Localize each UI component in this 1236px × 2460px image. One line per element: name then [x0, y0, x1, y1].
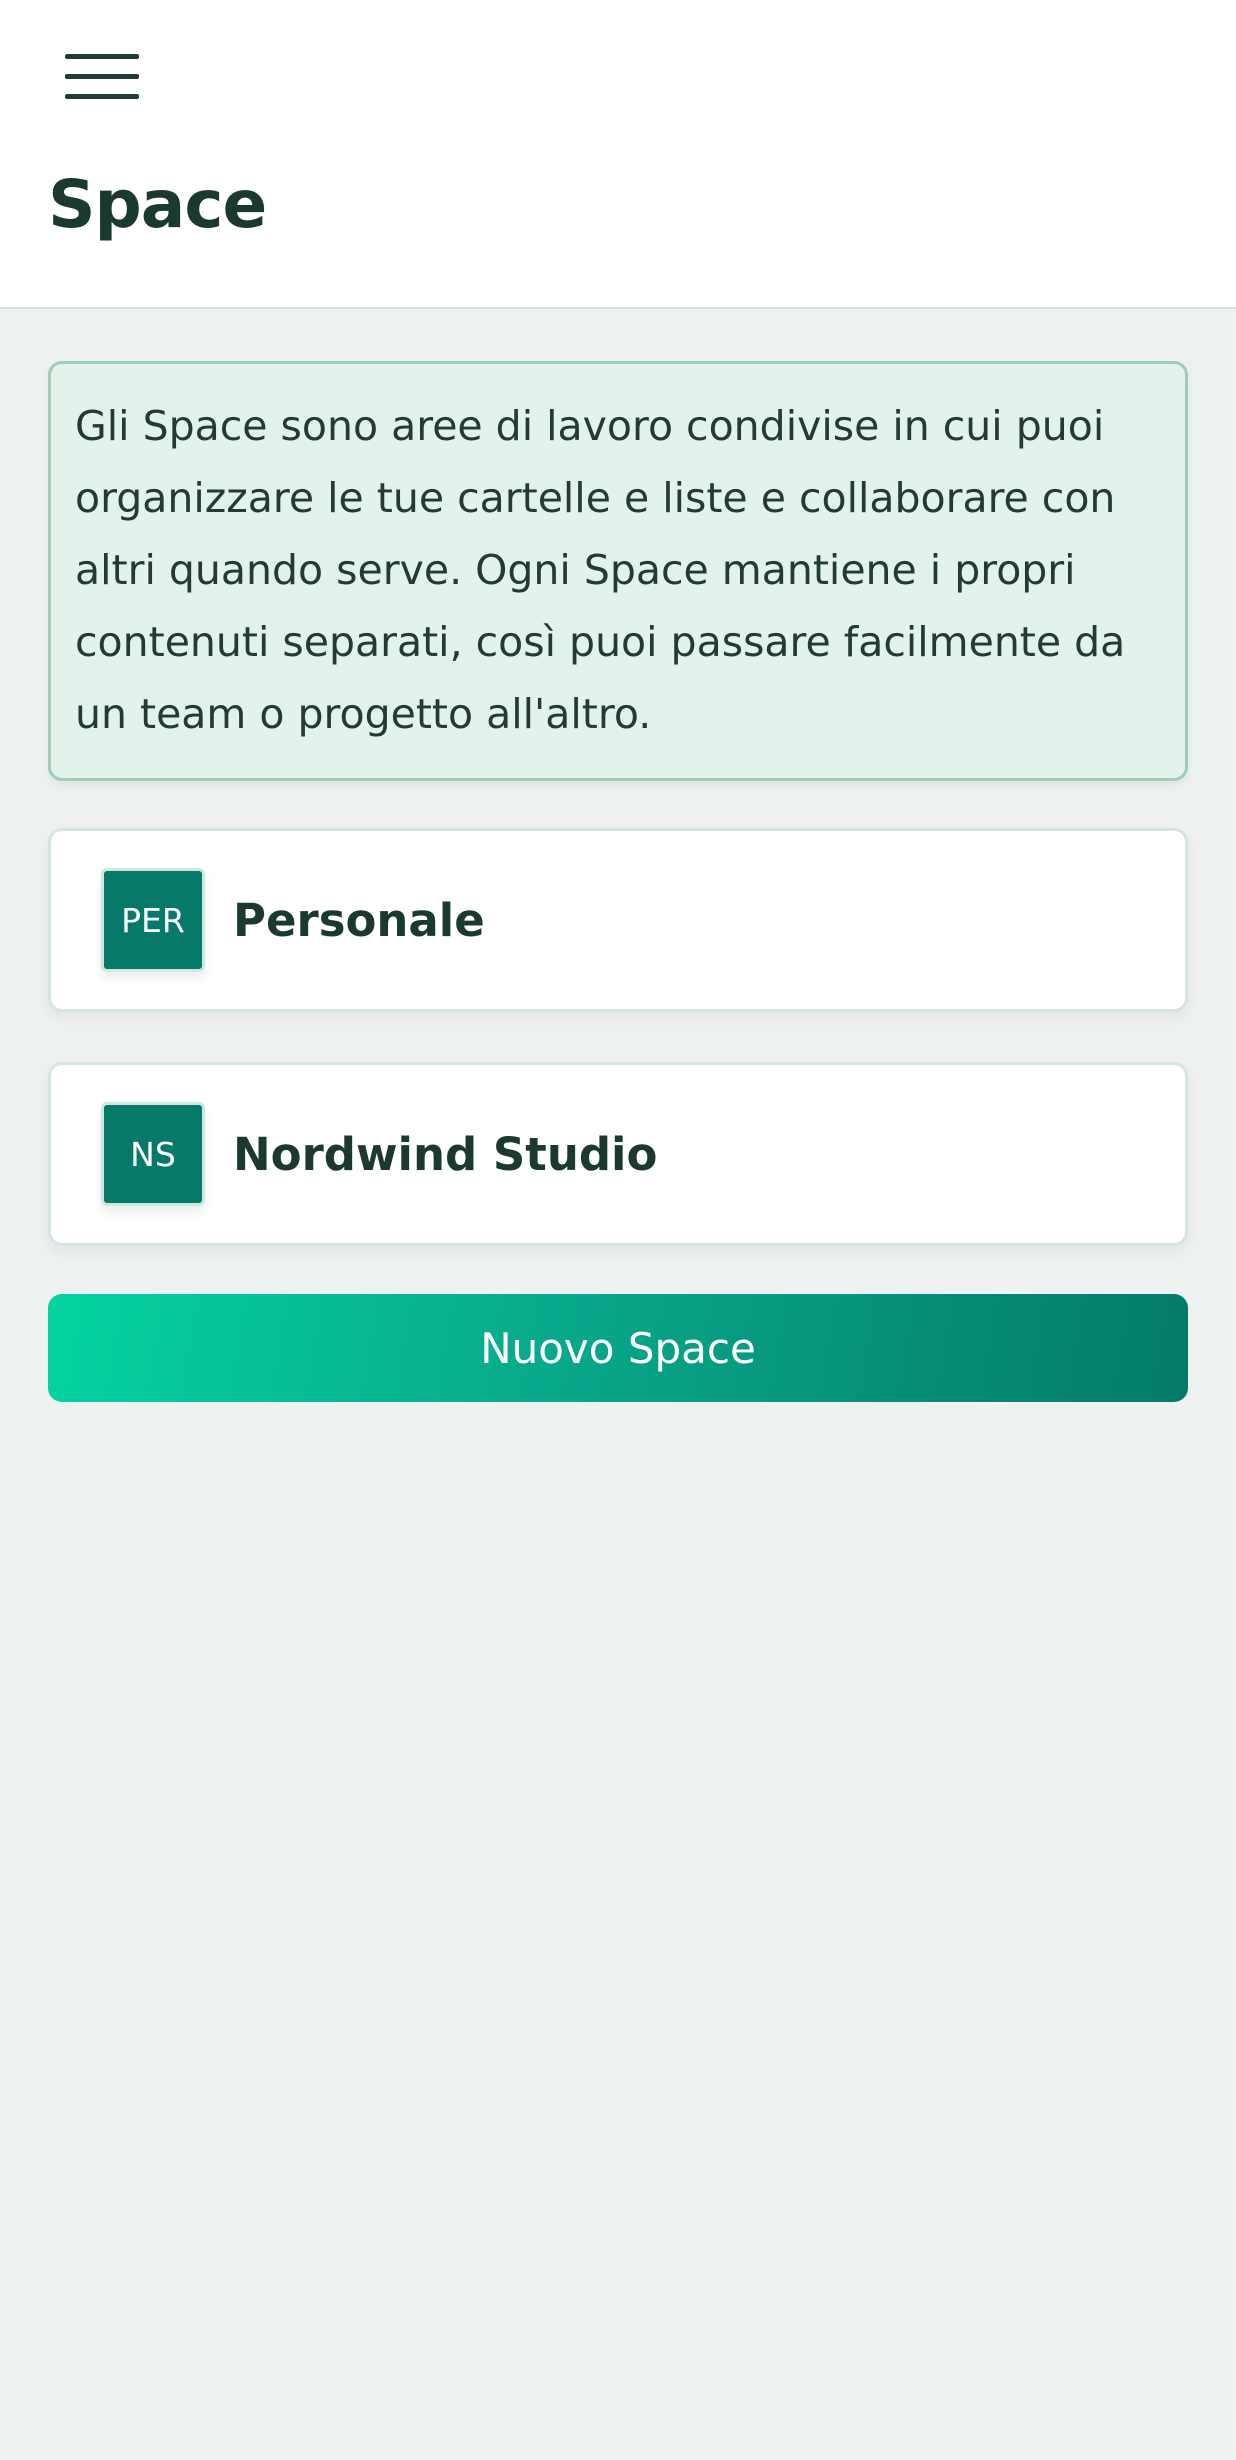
space-item-personale[interactable]: PER Personale	[48, 828, 1188, 1012]
main-content: Gli Space sono aree di lavoro condivise …	[48, 361, 1188, 1402]
space-list: PER Personale NS Nordwind Studio	[48, 828, 1188, 1246]
hamburger-menu-icon[interactable]	[50, 36, 154, 120]
menu-bar-bottom	[65, 94, 139, 99]
spaces-info-box: Gli Space sono aree di lavoro condivise …	[48, 361, 1188, 781]
space-avatar: NS	[101, 1102, 205, 1206]
menu-bar-middle	[65, 74, 139, 79]
menu-bar-top	[65, 54, 139, 59]
space-name: Nordwind Studio	[233, 1127, 658, 1181]
new-space-button[interactable]: Nuovo Space	[48, 1294, 1188, 1402]
space-name: Personale	[233, 893, 485, 947]
space-item-nordwind-studio[interactable]: NS Nordwind Studio	[48, 1062, 1188, 1246]
app-header: Space	[0, 0, 1236, 309]
space-avatar: PER	[101, 868, 205, 972]
page-title: Space	[48, 166, 267, 243]
